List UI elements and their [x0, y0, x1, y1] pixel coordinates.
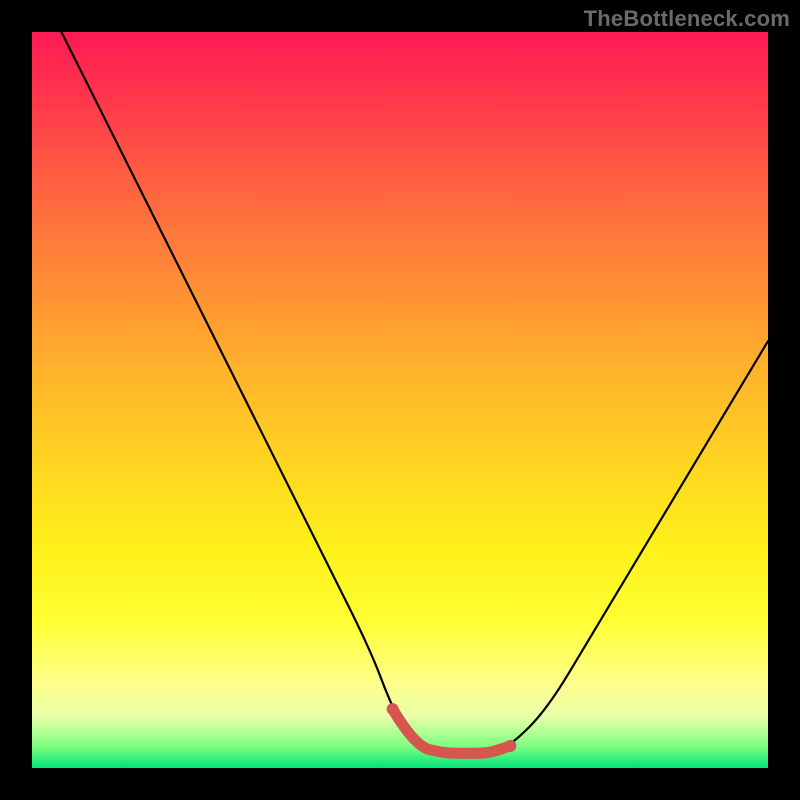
curve-svg [32, 32, 768, 768]
bottleneck-curve-path [61, 32, 768, 753]
chart-container: TheBottleneck.com [0, 0, 800, 800]
highlight-dot-left [387, 703, 399, 715]
highlight-dot-right [504, 740, 516, 752]
plot-area [32, 32, 768, 768]
highlight-segment [393, 709, 511, 753]
watermark-text: TheBottleneck.com [584, 6, 790, 32]
